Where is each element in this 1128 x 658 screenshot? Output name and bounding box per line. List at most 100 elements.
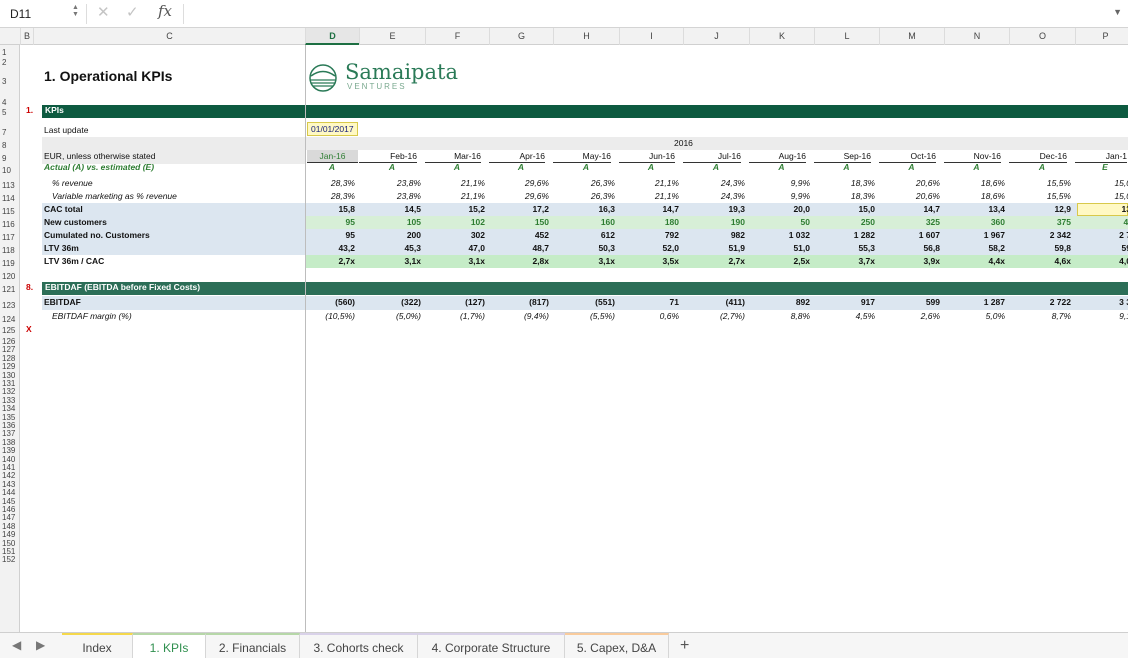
kpi-value[interactable]: 1 032 <box>749 229 810 241</box>
ae-flag[interactable]: A <box>944 161 1009 173</box>
kpi-value[interactable]: 45,3 <box>359 242 421 254</box>
kpi-value[interactable]: 21,1% <box>619 177 679 189</box>
kpi-value[interactable]: 4,0 <box>1075 255 1128 267</box>
row-header[interactable]: 4 <box>0 99 20 107</box>
kpi-value[interactable]: 250 <box>814 216 875 228</box>
column-header-i[interactable]: I <box>619 28 683 45</box>
ebitdaf-value[interactable]: (322) <box>359 296 421 308</box>
row-header[interactable]: 1 <box>0 49 20 57</box>
last-update-value[interactable]: 01/01/2017 <box>311 123 354 135</box>
ae-flag[interactable]: A <box>305 161 359 173</box>
kpi-value[interactable]: 1 282 <box>814 229 875 241</box>
column-header-b[interactable]: B <box>20 28 33 45</box>
ebitdaf-value[interactable]: 1 287 <box>944 296 1005 308</box>
sheet-tab[interactable]: 2. Financials <box>206 633 300 658</box>
kpi-value[interactable]: 19,3 <box>683 203 745 215</box>
row-header[interactable]: 139 <box>0 447 20 455</box>
row-header[interactable]: 113 <box>0 182 20 190</box>
kpi-value[interactable]: 24,3% <box>683 177 745 189</box>
kpi-value[interactable]: 21,1% <box>425 190 485 202</box>
ebitdaf-margin-value[interactable]: (2,7%) <box>683 310 745 322</box>
row-header[interactable]: 125 <box>0 327 20 335</box>
row-header[interactable]: 3 <box>0 78 20 86</box>
kpi-value[interactable]: 4: <box>1075 216 1128 228</box>
kpi-value[interactable]: 15,5% <box>1009 177 1071 189</box>
ae-flag[interactable]: A <box>879 161 944 173</box>
row-header[interactable]: 119 <box>0 260 20 268</box>
sheet-tab[interactable]: 3. Cohorts check <box>300 633 418 658</box>
kpi-value[interactable]: 3,5x <box>619 255 679 267</box>
kpi-value[interactable]: 360 <box>944 216 1005 228</box>
kpi-value[interactable]: 2 342 <box>1009 229 1071 241</box>
sheet-tab[interactable]: 4. Corporate Structure <box>418 633 565 658</box>
kpi-value[interactable]: 15,2 <box>425 203 485 215</box>
ebitdaf-margin-value[interactable]: 8,8% <box>749 310 810 322</box>
spreadsheet-grid[interactable]: BCDEFGHIJKLMNOP 1 2 3 4 5 7 8 9 10 113 114 115 116 11… <box>0 28 1128 632</box>
kpi-value[interactable]: 180 <box>619 216 679 228</box>
kpi-value[interactable]: 3,7x <box>814 255 875 267</box>
kpi-value[interactable]: 18,3% <box>814 177 875 189</box>
ebitdaf-value[interactable]: (817) <box>489 296 549 308</box>
ebitdaf-value[interactable]: (551) <box>553 296 615 308</box>
kpi-value[interactable]: 1 607 <box>879 229 940 241</box>
column-header-j[interactable]: J <box>683 28 749 45</box>
kpi-value[interactable]: 21,1% <box>619 190 679 202</box>
kpi-value[interactable]: 59 <box>1075 242 1128 254</box>
ebitdaf-margin-value[interactable]: (5,5%) <box>553 310 615 322</box>
kpi-value[interactable]: 58,2 <box>944 242 1005 254</box>
ae-flag[interactable]: A <box>749 161 814 173</box>
kpi-value[interactable]: 29,6% <box>489 177 549 189</box>
kpi-value[interactable]: 160 <box>553 216 615 228</box>
kpi-value[interactable]: 18,3% <box>814 190 875 202</box>
ae-flag[interactable]: A <box>683 161 749 173</box>
kpi-value[interactable]: 15,0 <box>1075 177 1128 189</box>
kpi-value[interactable]: 200 <box>359 229 421 241</box>
ae-flag[interactable]: A <box>425 161 489 173</box>
kpi-value[interactable]: 3,1x <box>425 255 485 267</box>
kpi-value[interactable]: 50,3 <box>553 242 615 254</box>
kpi-value[interactable]: 28,3% <box>305 190 355 202</box>
column-header-c[interactable]: C <box>33 28 305 45</box>
column-header-h[interactable]: H <box>553 28 619 45</box>
kpi-value[interactable]: 24,3% <box>683 190 745 202</box>
kpi-value[interactable]: 375 <box>1009 216 1071 228</box>
kpi-value[interactable]: 23,8% <box>359 177 421 189</box>
kpi-value[interactable]: 43,2 <box>305 242 355 254</box>
kpi-value[interactable]: 20,6% <box>879 177 940 189</box>
row-header[interactable]: 118 <box>0 247 20 255</box>
sheet-tab[interactable]: 5. Capex, D&A <box>565 633 669 658</box>
name-box-stepper-icon[interactable]: ▲ ▼ <box>72 4 79 18</box>
kpi-value[interactable]: 13 <box>1075 203 1128 215</box>
row-header[interactable]: 152 <box>0 556 20 564</box>
row-header[interactable]: 120 <box>0 273 20 281</box>
kpi-value[interactable]: 15,0 <box>1075 190 1128 202</box>
kpi-value[interactable]: 18,6% <box>944 190 1005 202</box>
column-header-m[interactable]: M <box>879 28 944 45</box>
ae-flag[interactable]: E <box>1075 161 1128 173</box>
kpi-value[interactable]: 12,9 <box>1009 203 1071 215</box>
row-header[interactable]: 129 <box>0 363 20 371</box>
ebitdaf-margin-value[interactable]: 0,6% <box>619 310 679 322</box>
kpi-value[interactable]: 612 <box>553 229 615 241</box>
ebitdaf-value[interactable]: 599 <box>879 296 940 308</box>
ebitdaf-margin-value[interactable]: (9,4%) <box>489 310 549 322</box>
kpi-value[interactable]: 47,0 <box>425 242 485 254</box>
kpi-value[interactable]: 56,8 <box>879 242 940 254</box>
row-header[interactable]: 10 <box>0 167 20 175</box>
ae-flag[interactable]: A <box>619 161 683 173</box>
kpi-value[interactable]: 26,3% <box>553 177 615 189</box>
kpi-value[interactable]: 50 <box>749 216 810 228</box>
column-header-l[interactable]: L <box>814 28 879 45</box>
row-header[interactable]: 5 <box>0 109 20 117</box>
row-header[interactable]: 7 <box>0 129 20 137</box>
ebitdaf-value[interactable]: (560) <box>305 296 355 308</box>
kpi-value[interactable]: 2,7x <box>305 255 355 267</box>
kpi-value[interactable]: 1 967 <box>944 229 1005 241</box>
confirm-icon[interactable]: ✓ <box>126 3 139 21</box>
kpi-value[interactable]: 59,8 <box>1009 242 1071 254</box>
kpi-value[interactable]: 325 <box>879 216 940 228</box>
row-header[interactable]: 124 <box>0 316 20 324</box>
kpi-value[interactable]: 95 <box>305 229 355 241</box>
ebitdaf-value[interactable]: (127) <box>425 296 485 308</box>
kpi-value[interactable]: 15,0 <box>814 203 875 215</box>
